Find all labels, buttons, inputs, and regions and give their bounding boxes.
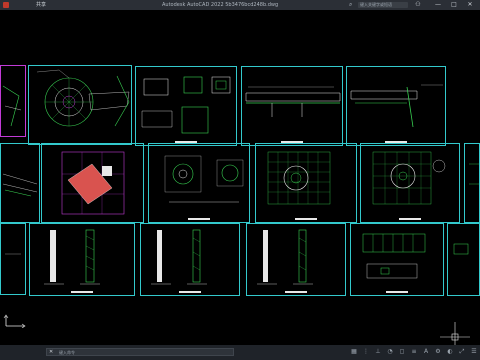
title-block	[386, 291, 408, 293]
drawing-sheet[interactable]	[246, 223, 346, 296]
sheet-drawing	[350, 84, 443, 128]
sheet-drawing	[245, 86, 341, 117]
lineweight-icon[interactable]: ≡	[410, 348, 418, 356]
user-icon[interactable]: ⚇	[412, 0, 424, 10]
workspace-icon[interactable]: ⚙	[434, 348, 442, 356]
drawing-sheet[interactable]	[140, 223, 240, 296]
customize-icon[interactable]: ☰	[470, 348, 478, 356]
drawing-sheet[interactable]	[28, 65, 132, 145]
sheet-drawing	[141, 76, 231, 134]
drawing-sheet[interactable]	[360, 143, 460, 223]
sheet-drawing	[267, 151, 331, 205]
search-input[interactable]: 键入关键字或短语	[358, 2, 408, 8]
status-bar: ✕ 键入命令 ▦ ⋮ ⊥ ◔ ◻ ≡ A ⚙ ◐ ⤢ ☰	[0, 345, 480, 360]
sheet-drawing	[469, 163, 479, 185]
sheet-drawing	[151, 229, 207, 285]
ortho-icon[interactable]: ⊥	[374, 348, 382, 356]
drawing-sheet[interactable]	[29, 223, 135, 296]
drawing-sheet[interactable]	[0, 65, 26, 137]
title-block	[399, 218, 421, 220]
drawing-sheet[interactable]	[447, 223, 480, 296]
osnap-icon[interactable]: ◻	[398, 348, 406, 356]
close-button[interactable]: ✕	[464, 0, 476, 10]
annotation-scale-icon[interactable]: A	[422, 348, 430, 356]
sheet-drawing	[2, 85, 22, 127]
drawing-sheet[interactable]	[350, 223, 444, 296]
drawing-sheet[interactable]	[41, 143, 144, 223]
snap-icon[interactable]: ⋮	[362, 348, 370, 356]
autocad-logo-icon[interactable]	[3, 2, 9, 8]
sheet-drawing	[257, 229, 313, 285]
title-block	[188, 218, 210, 220]
command-line[interactable]: ✕ 键入命令	[46, 348, 234, 356]
sheet-drawing	[362, 233, 426, 279]
share-menu[interactable]: 共享	[36, 0, 46, 10]
search-icon[interactable]: ⌕	[349, 2, 355, 8]
drawing-sheet[interactable]	[346, 66, 446, 146]
drawing-sheet[interactable]	[0, 143, 40, 223]
window-title: Autodesk AutoCAD 2022 5b3476bcd248b.dwg	[162, 2, 279, 8]
drawing-sheet[interactable]	[135, 66, 237, 146]
sheet-drawing	[5, 253, 21, 255]
sheet-drawing	[44, 229, 100, 285]
minimize-button[interactable]: —	[432, 0, 444, 10]
drawing-sheet[interactable]	[255, 143, 357, 223]
ucs-icon	[3, 314, 26, 328]
title-block	[71, 291, 93, 293]
sheet-drawing	[372, 151, 446, 205]
sheet-drawing	[2, 173, 38, 197]
title-bar: 共享 Autodesk AutoCAD 2022 5b3476bcd248b.d…	[0, 0, 480, 10]
fullscreen-icon[interactable]: ⤢	[458, 348, 466, 356]
drawing-sheet[interactable]	[148, 143, 250, 223]
sheet-drawing	[164, 155, 244, 203]
drawing-sheet[interactable]	[241, 66, 343, 146]
sheet-drawing	[453, 243, 469, 255]
sheet-drawing	[61, 151, 125, 215]
close-command-icon[interactable]: ✕	[49, 349, 53, 356]
drawing-sheet[interactable]	[0, 223, 26, 295]
title-block	[285, 291, 307, 293]
maximize-button[interactable]: □	[448, 0, 460, 10]
drawing-canvas[interactable]	[0, 10, 480, 352]
sheet-drawing	[36, 69, 130, 127]
drawing-sheet[interactable]	[464, 143, 480, 223]
command-input[interactable]: 键入命令	[59, 350, 75, 355]
title-block	[179, 291, 201, 293]
grid-icon[interactable]: ▦	[350, 348, 358, 356]
title-block	[295, 218, 317, 220]
isolate-icon[interactable]: ◐	[446, 348, 454, 356]
polar-icon[interactable]: ◔	[386, 348, 394, 356]
